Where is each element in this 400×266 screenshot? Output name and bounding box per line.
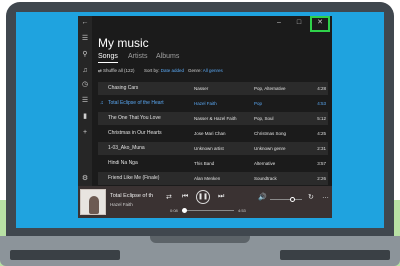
page-title: My music (98, 36, 149, 50)
album-art-figure (89, 196, 99, 214)
album-art[interactable] (80, 189, 106, 215)
song-title: Hindi Na Nga (108, 160, 138, 166)
sort-value: Date added (160, 68, 185, 73)
song-artist: This Band (194, 161, 215, 166)
song-row[interactable]: Christmas in Our Hearts Jose Mari Chan C… (98, 127, 328, 140)
song-artist: Alan Menken (194, 176, 221, 181)
song-genre: Alternative (254, 161, 276, 166)
tab-songs[interactable]: Songs (98, 53, 118, 63)
song-row-now-playing[interactable]: ♫ Total Eclipse of the Heart Hazel Faith… (98, 97, 328, 110)
search-icon[interactable]: ⚲ (78, 50, 92, 60)
song-genre: Soundtrack (254, 176, 277, 181)
song-title: 1-03_Ako_Muna (108, 145, 145, 151)
song-genre: Pop (254, 101, 263, 106)
volume-icon[interactable]: 🔊 (258, 193, 267, 201)
song-title: Christmas in Our Hearts (108, 130, 162, 136)
clock-icon[interactable]: ◷ (78, 80, 92, 90)
song-artist: Jose Mari Chan (194, 131, 226, 136)
more-options-icon[interactable]: … (322, 193, 329, 200)
previous-track-icon[interactable]: ⏮ (182, 193, 188, 201)
song-genre: Christmas Song (254, 131, 287, 136)
now-playing-artist[interactable]: Hazel Faith (110, 202, 133, 207)
back-arrow-icon[interactable]: ← (78, 18, 92, 28)
now-playing-title[interactable]: Total Eclipse of th (110, 193, 153, 199)
maximize-icon[interactable]: □ (292, 18, 306, 28)
song-row[interactable]: 1-03_Ako_Muna Unknown artist Unknown gen… (98, 142, 328, 155)
song-duration: 5:12 (317, 116, 326, 121)
laptop-hinge (150, 236, 250, 243)
song-artist: Unknown artist (194, 146, 224, 151)
song-duration: 3:57 (317, 161, 326, 166)
pause-button[interactable]: ❚❚ (196, 190, 210, 204)
song-row[interactable]: Hindi Na Nga This Band Alternative 3:57 (98, 157, 328, 170)
player-bar: Total Eclipse of th Hazel Faith ⇄ ⏮ ❚❚ ⏭… (78, 186, 332, 218)
volume-slider[interactable] (270, 197, 302, 202)
shuffle-all-button[interactable]: ⇄ Shuffle all (122) (98, 68, 134, 74)
song-artist: Nasser (194, 86, 209, 91)
genre-label: Genre: (188, 68, 202, 73)
genre-value: All genres (202, 68, 223, 73)
volume-slider-thumb[interactable] (289, 197, 295, 202)
genre-dropdown[interactable]: Genre: All genres (188, 68, 223, 73)
song-duration: 2:26 (317, 176, 326, 181)
song-artist: Hazel Faith (194, 101, 217, 106)
next-track-icon[interactable]: ⏭ (218, 193, 224, 201)
song-title: Total Eclipse of the Heart (108, 100, 164, 106)
keyboard-left (10, 250, 120, 260)
sort-dropdown[interactable]: Sort by: Date added (144, 68, 184, 73)
tab-artists[interactable]: Artists (128, 53, 147, 60)
song-title: The One That You Love (108, 115, 161, 121)
song-row[interactable]: Friend Like Me (Finale) Alan Menken Soun… (98, 172, 328, 185)
plus-icon[interactable]: + (78, 128, 92, 138)
music-app-window: ← ☰ ⚲ ♫ ◷ ☰ ▮ + ⚙ – □ ✕ My music Songs A… (78, 16, 332, 218)
seek-bar[interactable] (182, 208, 234, 213)
song-artist: Nasser & Hazel Faith (194, 116, 237, 121)
list-icon[interactable]: ☰ (78, 96, 92, 106)
shuffle-icon[interactable]: ⇄ (166, 193, 172, 201)
song-genre: Unknown genre (254, 146, 286, 151)
settings-icon[interactable]: ⚙ (78, 174, 92, 184)
now-playing-indicator-icon: ♫ (100, 100, 104, 106)
minimize-icon[interactable]: – (272, 18, 286, 28)
song-duration: 2:31 (317, 146, 326, 151)
tab-albums[interactable]: Albums (156, 53, 179, 60)
music-note-icon[interactable]: ♫ (78, 66, 92, 76)
hamburger-icon[interactable]: ☰ (78, 34, 92, 44)
song-duration: 4:28 (317, 86, 326, 91)
song-title: Friend Like Me (Finale) (108, 175, 160, 181)
elapsed-time: 0:08 (170, 208, 178, 213)
song-duration: 4:53 (317, 101, 326, 106)
total-time: 4:53 (238, 208, 246, 213)
song-genre: Pop, Alternative (254, 86, 286, 91)
shuffle-icon: ⇄ (98, 68, 102, 73)
now-playing-icon[interactable]: ▮ (78, 112, 92, 122)
song-duration: 4:25 (317, 131, 326, 136)
song-row[interactable]: The One That You Love Nasser & Hazel Fai… (98, 112, 328, 125)
shuffle-label: Shuffle all (122) (103, 68, 135, 73)
keyboard-right (280, 250, 390, 260)
song-genre: Pop, Soul (254, 116, 274, 121)
close-button-highlight (310, 16, 330, 32)
repeat-icon[interactable]: ↻ (308, 193, 314, 201)
song-row[interactable]: Chasing Cars Nasser Pop, Alternative 4:2… (98, 82, 328, 95)
song-title: Chasing Cars (108, 85, 139, 91)
seek-bar-thumb[interactable] (182, 208, 188, 213)
sort-label: Sort by: (144, 68, 160, 73)
